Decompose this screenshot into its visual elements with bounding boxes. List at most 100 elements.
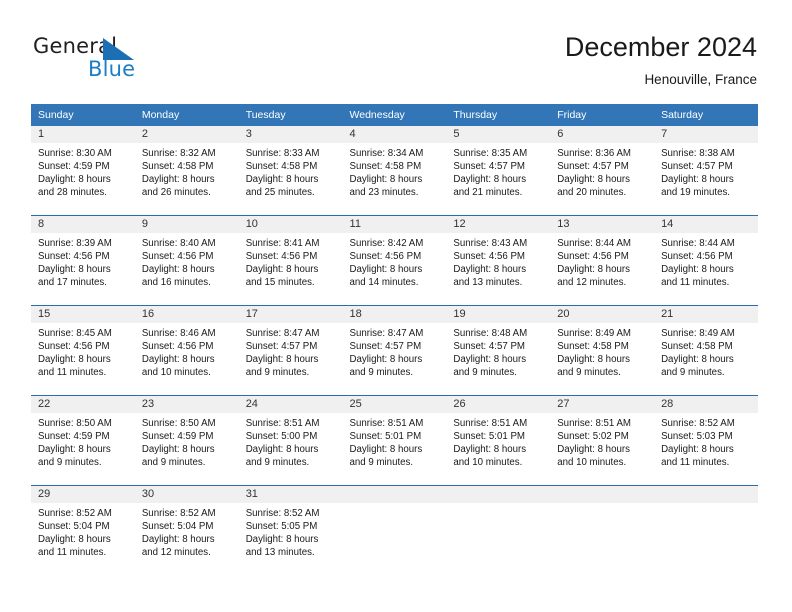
daylight-text-1: Daylight: 8 hours [453,444,527,456]
day-cell[interactable]: 28 Sunrise: 8:52 AM Sunset: 5:03 PM Dayl… [654,395,758,486]
day-details: Sunrise: 8:41 AM Sunset: 4:56 PM Dayligh… [239,233,343,289]
day-number: 26 [446,396,551,413]
weekday-header-monday: Monday [134,104,239,126]
day-cell[interactable]: 29 Sunrise: 8:52 AM Sunset: 5:04 PM Dayl… [31,485,135,575]
day-cell[interactable]: 12 Sunrise: 8:43 AM Sunset: 4:56 PM Dayl… [446,215,551,306]
day-cell[interactable]: 16 Sunrise: 8:46 AM Sunset: 4:56 PM Dayl… [134,305,239,396]
day-details: Sunrise: 8:44 AM Sunset: 4:56 PM Dayligh… [654,233,758,289]
sunrise-text: Sunrise: 8:41 AM [245,238,320,249]
daylight-text-2: and 10 minutes. [141,367,211,379]
day-cell[interactable]: 25 Sunrise: 8:51 AM Sunset: 5:01 PM Dayl… [342,395,447,486]
daylight-text-2: and 9 minutes. [349,367,414,379]
day-details: Sunrise: 8:50 AM Sunset: 4:59 PM Dayligh… [31,413,135,469]
day-cell[interactable]: 23 Sunrise: 8:50 AM Sunset: 4:59 PM Dayl… [134,395,239,486]
sunrise-text: Sunrise: 8:50 AM [141,418,216,429]
day-cell[interactable]: 20 Sunrise: 8:49 AM Sunset: 4:58 PM Dayl… [550,305,655,396]
calendar-week-row: 1 Sunrise: 8:30 AM Sunset: 4:59 PM Dayli… [31,126,758,216]
day-cell[interactable]: 7 Sunrise: 8:38 AM Sunset: 4:57 PM Dayli… [654,126,758,216]
day-cell[interactable]: 3 Sunrise: 8:33 AM Sunset: 4:58 PM Dayli… [238,126,343,216]
sunrise-text: Sunrise: 8:30 AM [38,148,112,159]
day-number: 25 [342,396,447,413]
day-number: 12 [446,216,551,233]
day-number: 21 [654,306,758,323]
daylight-text-1: Daylight: 8 hours [141,264,215,276]
sunset-text: Sunset: 5:01 PM [349,431,422,443]
day-details: Sunrise: 8:52 AM Sunset: 5:04 PM Dayligh… [31,503,135,559]
day-cell[interactable]: 17 Sunrise: 8:47 AM Sunset: 4:57 PM Dayl… [238,305,343,396]
day-details: Sunrise: 8:40 AM Sunset: 4:56 PM Dayligh… [135,233,239,289]
sunrise-text: Sunrise: 8:43 AM [453,238,528,249]
day-number: 18 [342,306,447,323]
day-cell[interactable]: 8 Sunrise: 8:39 AM Sunset: 4:56 PM Dayli… [31,215,135,306]
day-cell[interactable]: 30 Sunrise: 8:52 AM Sunset: 5:04 PM Dayl… [134,485,239,575]
page-location: Henouville, France [644,72,757,87]
daylight-text-1: Daylight: 8 hours [349,354,423,366]
sunrise-text: Sunrise: 8:50 AM [38,418,112,429]
day-details: Sunrise: 8:50 AM Sunset: 4:59 PM Dayligh… [135,413,239,469]
daylight-text-2: and 17 minutes. [38,277,107,289]
sunset-text: Sunset: 4:56 PM [453,251,525,263]
daylight-text-2: and 14 minutes. [349,277,419,289]
daylight-text-2: and 9 minutes. [245,457,310,469]
day-cell[interactable]: 13 Sunrise: 8:44 AM Sunset: 4:56 PM Dayl… [550,215,655,306]
day-cell[interactable]: 19 Sunrise: 8:48 AM Sunset: 4:57 PM Dayl… [446,305,551,396]
sunrise-text: Sunrise: 8:51 AM [349,418,424,429]
day-number: 2 [134,126,239,143]
day-number: 27 [550,396,655,413]
day-details: Sunrise: 8:43 AM Sunset: 4:56 PM Dayligh… [446,233,550,289]
day-cell[interactable]: 24 Sunrise: 8:51 AM Sunset: 5:00 PM Dayl… [238,395,343,486]
sunset-text: Sunset: 4:57 PM [349,341,422,353]
sunset-text: Sunset: 5:03 PM [661,431,733,443]
daylight-text-1: Daylight: 8 hours [453,174,527,186]
daylight-text-2: and 23 minutes. [349,187,419,199]
day-cell[interactable]: 5 Sunrise: 8:35 AM Sunset: 4:57 PM Dayli… [446,126,551,216]
day-cell[interactable]: 26 Sunrise: 8:51 AM Sunset: 5:01 PM Dayl… [446,395,551,486]
sunrise-text: Sunrise: 8:36 AM [557,148,631,159]
sunset-text: Sunset: 4:57 PM [453,341,525,353]
sunset-text: Sunset: 4:57 PM [453,161,525,173]
daylight-text-2: and 12 minutes. [557,277,627,289]
day-details: Sunrise: 8:33 AM Sunset: 4:58 PM Dayligh… [239,143,343,199]
day-number: 20 [550,306,655,323]
calendar-body: 1 Sunrise: 8:30 AM Sunset: 4:59 PM Dayli… [31,126,758,575]
day-cell[interactable]: 9 Sunrise: 8:40 AM Sunset: 4:56 PM Dayli… [134,215,239,306]
daylight-text-1: Daylight: 8 hours [38,354,111,366]
daylight-text-2: and 9 minutes. [245,367,310,379]
brand-logo[interactable]: General Blue [33,34,233,90]
daylight-text-1: Daylight: 8 hours [661,174,734,186]
sunset-text: Sunset: 5:04 PM [141,521,214,533]
day-cell[interactable]: 21 Sunrise: 8:49 AM Sunset: 4:58 PM Dayl… [654,305,758,396]
day-cell[interactable]: 10 Sunrise: 8:41 AM Sunset: 4:56 PM Dayl… [238,215,343,306]
page-title: December 2024 [564,32,757,62]
day-number: 10 [238,216,343,233]
sunset-text: Sunset: 5:04 PM [38,521,110,533]
sunrise-text: Sunrise: 8:51 AM [453,418,528,429]
day-cell[interactable]: 15 Sunrise: 8:45 AM Sunset: 4:56 PM Dayl… [31,305,135,396]
calendar-week-row: 22 Sunrise: 8:50 AM Sunset: 4:59 PM Dayl… [31,395,758,486]
day-cell[interactable]: 1 Sunrise: 8:30 AM Sunset: 4:59 PM Dayli… [31,126,135,216]
sunset-text: Sunset: 4:59 PM [141,431,214,443]
sunrise-text: Sunrise: 8:47 AM [349,328,424,339]
day-cell[interactable]: 22 Sunrise: 8:50 AM Sunset: 4:59 PM Dayl… [31,395,135,486]
sunrise-text: Sunrise: 8:51 AM [245,418,320,429]
sunrise-text: Sunrise: 8:46 AM [141,328,216,339]
daylight-text-2: and 11 minutes. [661,277,730,289]
page-header: General Blue December 2024 Henouville, F… [0,0,792,104]
day-cell[interactable]: 14 Sunrise: 8:44 AM Sunset: 4:56 PM Dayl… [654,215,758,306]
daylight-text-2: and 9 minutes. [38,457,102,469]
sunset-text: Sunset: 4:58 PM [141,161,214,173]
day-cell[interactable]: 2 Sunrise: 8:32 AM Sunset: 4:58 PM Dayli… [134,126,239,216]
sunrise-text: Sunrise: 8:52 AM [661,418,735,429]
day-number: 13 [550,216,655,233]
day-number: 22 [31,396,135,413]
day-number: 14 [654,216,758,233]
day-cell[interactable]: 18 Sunrise: 8:47 AM Sunset: 4:57 PM Dayl… [342,305,447,396]
sunset-text: Sunset: 4:56 PM [661,251,733,263]
day-cell[interactable]: 4 Sunrise: 8:34 AM Sunset: 4:58 PM Dayli… [342,126,447,216]
sunrise-text: Sunrise: 8:39 AM [38,238,112,249]
day-cell[interactable]: 11 Sunrise: 8:42 AM Sunset: 4:56 PM Dayl… [342,215,447,306]
day-cell[interactable]: 31 Sunrise: 8:52 AM Sunset: 5:05 PM Dayl… [238,485,343,575]
daylight-text-2: and 9 minutes. [453,367,517,379]
day-cell[interactable]: 6 Sunrise: 8:36 AM Sunset: 4:57 PM Dayli… [550,126,655,216]
day-cell[interactable]: 27 Sunrise: 8:51 AM Sunset: 5:02 PM Dayl… [550,395,655,486]
